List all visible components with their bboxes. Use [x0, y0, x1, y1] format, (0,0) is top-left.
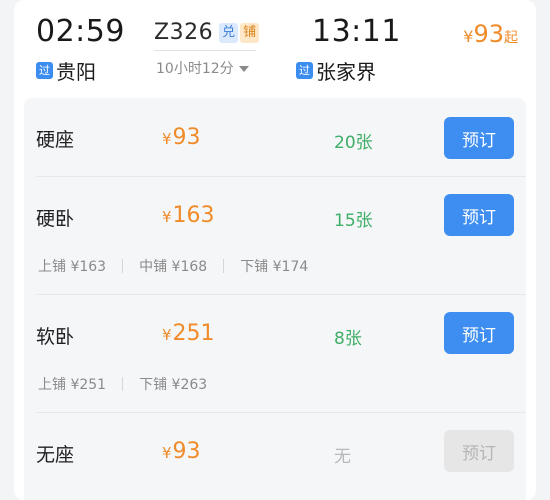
- train-card: 02:59 过 贵阳 Z326 兑 铺 10小时12分 13:11 过 张家界 …: [14, 0, 536, 500]
- seat-row-no-seat: 无座 ¥ 93 无 预订: [24, 413, 526, 500]
- seat-availability: 20张: [334, 133, 373, 153]
- seat-type: 硬座: [36, 129, 75, 151]
- train-header[interactable]: 02:59 过 贵阳 Z326 兑 铺 10小时12分 13:11 过 张家界 …: [14, 0, 536, 96]
- price-value: 93: [172, 439, 201, 464]
- berth-price-lower: 下铺 ¥263: [106, 374, 207, 394]
- berth-price-upper: 上铺 ¥251: [38, 374, 106, 394]
- seat-availability: 8张: [334, 329, 362, 349]
- pass-through-icon: 过: [296, 62, 313, 79]
- berth-price-middle: 中铺 ¥168: [106, 256, 207, 276]
- divider: [223, 259, 225, 273]
- book-button[interactable]: 预订: [444, 194, 514, 236]
- price-symbol: ¥: [162, 444, 172, 462]
- train-number-group: Z326 兑 铺: [154, 20, 261, 45]
- berth-price-text: 下铺 ¥174: [240, 259, 309, 275]
- min-price-suffix: 起: [504, 30, 518, 46]
- seat-type: 硬卧: [36, 208, 75, 230]
- arrival-station: 过 张家界: [296, 56, 376, 85]
- berth-prices: 上铺 ¥251 下铺 ¥263: [38, 374, 207, 394]
- chevron-down-icon: [238, 66, 249, 72]
- arrival-time: 13:11: [312, 14, 401, 49]
- divider: [122, 377, 124, 391]
- berth-price-upper: 上铺 ¥163: [38, 256, 106, 276]
- berth-tag: 铺: [240, 22, 260, 43]
- seat-price: ¥ 163: [162, 203, 215, 228]
- departure-station: 过 贵阳: [36, 56, 96, 85]
- seat-row-hard-seat: 硬座 ¥ 93 20张 预订: [24, 98, 526, 176]
- pass-through-icon: 过: [36, 62, 53, 79]
- berth-prices: 上铺 ¥163 中铺 ¥168 下铺 ¥174: [38, 256, 308, 276]
- price-value: 93: [172, 125, 201, 150]
- exchange-tag: 兑: [219, 22, 239, 43]
- book-button-disabled: 预订: [444, 430, 514, 472]
- seat-availability: 无: [334, 447, 351, 467]
- berth-price-text: 中铺 ¥168: [139, 259, 208, 275]
- departure-time: 02:59: [36, 14, 125, 49]
- duration-toggle[interactable]: 10小时12分: [156, 58, 249, 78]
- berth-price-text: 上铺 ¥163: [38, 259, 107, 275]
- seat-availability: 15张: [334, 211, 373, 231]
- seat-row-soft-sleeper: 软卧 ¥ 251 8张 预订 上铺 ¥251 下铺 ¥263: [24, 295, 526, 412]
- price-value: 163: [172, 203, 215, 228]
- departure-station-name: 贵阳: [56, 60, 96, 84]
- min-price: ¥ 93 起: [463, 20, 518, 48]
- berth-price-text: 下铺 ¥263: [139, 377, 208, 393]
- price-symbol: ¥: [162, 326, 172, 344]
- price-symbol: ¥: [162, 130, 172, 148]
- seat-list: 硬座 ¥ 93 20张 预订 硬卧 ¥ 163 15张 预订 上铺 ¥163 中…: [24, 98, 526, 500]
- seat-price: ¥ 251: [162, 321, 215, 346]
- book-button[interactable]: 预订: [444, 117, 514, 159]
- seat-price: ¥ 93: [162, 125, 201, 150]
- berth-price-lower: 下铺 ¥174: [207, 256, 308, 276]
- price-value: 251: [172, 321, 215, 346]
- book-button[interactable]: 预订: [444, 312, 514, 354]
- train-number: Z326: [154, 20, 214, 45]
- duration-text: 10小时12分: [156, 61, 234, 77]
- seat-price: ¥ 93: [162, 439, 201, 464]
- divider: [122, 259, 124, 273]
- arrival-station-name: 张家界: [316, 60, 376, 84]
- seat-type: 无座: [36, 444, 75, 466]
- berth-price-text: 上铺 ¥251: [38, 377, 107, 393]
- min-price-value: 93: [473, 20, 504, 48]
- seat-row-hard-sleeper: 硬卧 ¥ 163 15张 预订 上铺 ¥163 中铺 ¥168 下铺 ¥174: [24, 177, 526, 294]
- seat-type: 软卧: [36, 326, 75, 348]
- route-line: [154, 50, 256, 51]
- min-price-symbol: ¥: [463, 27, 474, 46]
- price-symbol: ¥: [162, 208, 172, 226]
